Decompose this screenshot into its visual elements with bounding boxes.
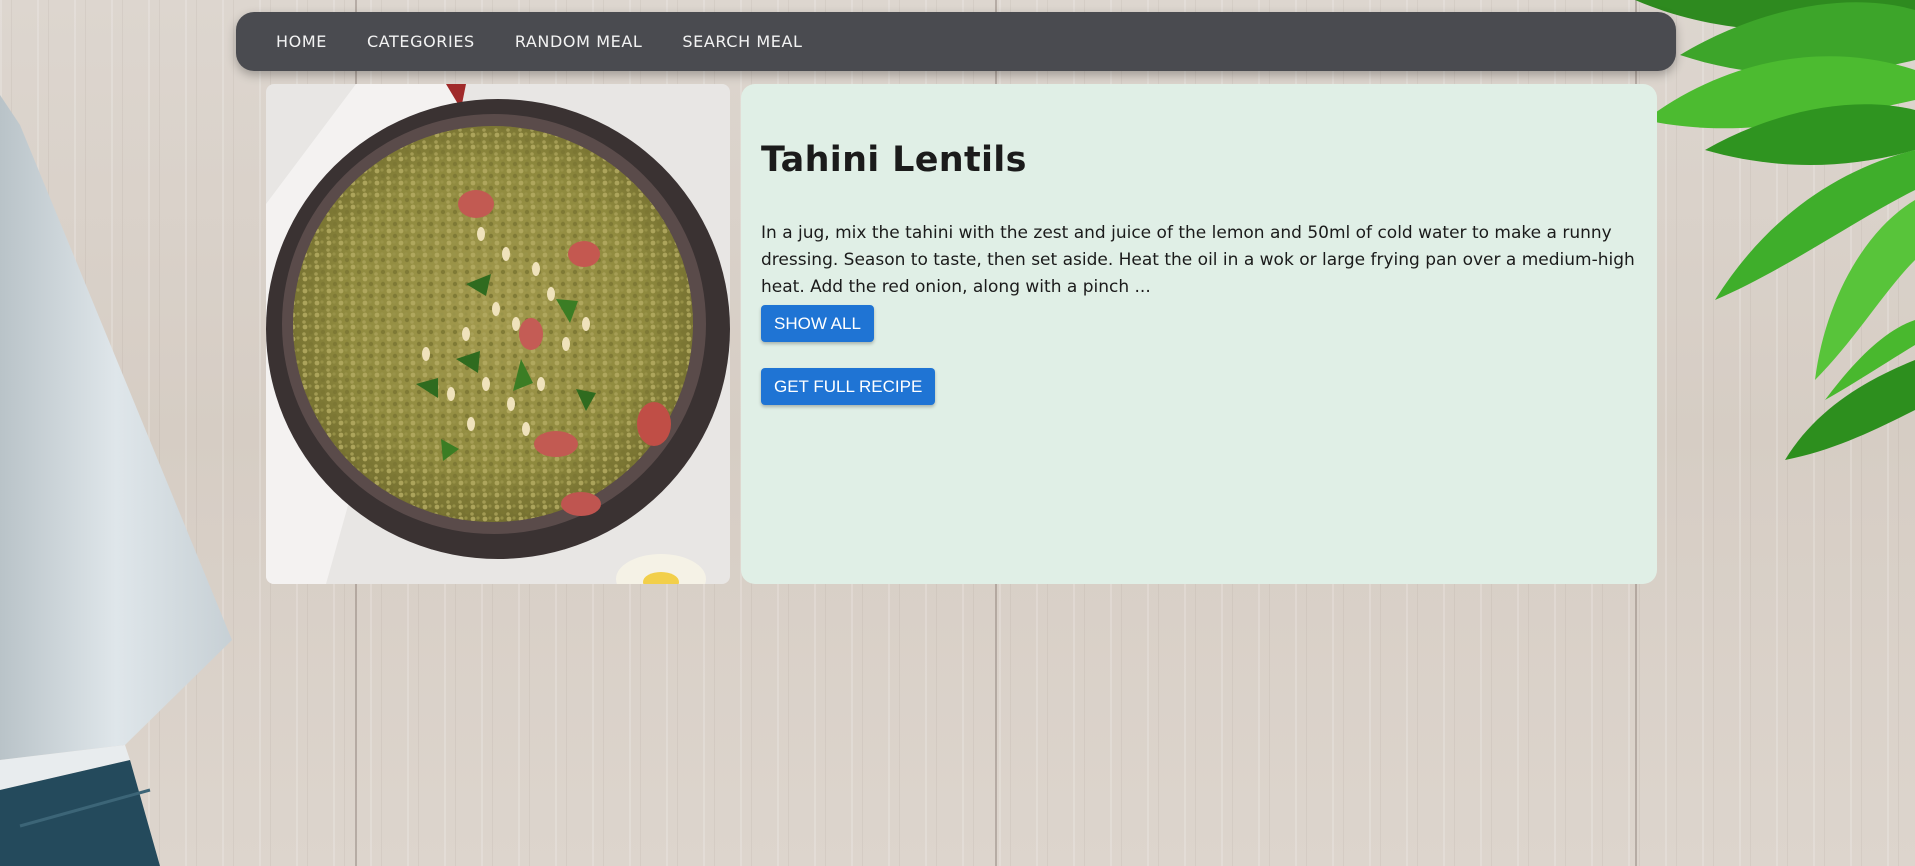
get-full-recipe-button[interactable]: GET FULL RECIPE (761, 368, 936, 405)
meal-title: Tahini Lentils (761, 140, 1027, 180)
top-navbar: HOME CATEGORIES RANDOM MEAL SEARCH MEAL (236, 12, 1676, 71)
knife-background-image (0, 95, 232, 866)
nav-random-meal-link[interactable]: RANDOM MEAL (515, 32, 643, 51)
show-all-button[interactable]: SHOW ALL (761, 305, 874, 342)
meal-description: In a jug, mix the tahini with the zest a… (761, 223, 1635, 297)
nav-search-meal-link[interactable]: SEARCH MEAL (682, 32, 802, 51)
nav-home-link[interactable]: HOME (276, 32, 327, 51)
meal-photo (266, 84, 730, 584)
meal-details-card: Tahini Lentils In a jug, mix the tahini … (741, 84, 1657, 584)
nav-categories-link[interactable]: CATEGORIES (367, 32, 475, 51)
